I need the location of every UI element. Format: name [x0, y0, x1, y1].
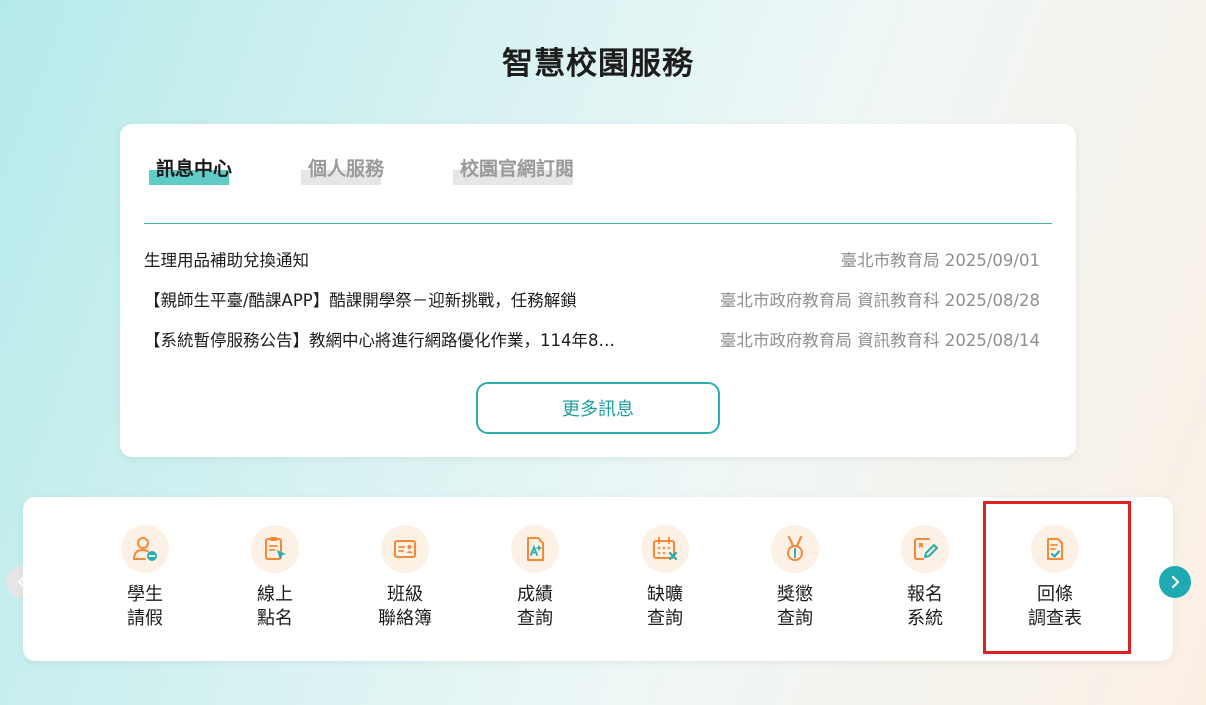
tab-label: 訊息中心: [156, 158, 233, 180]
service-label: 查詢: [517, 608, 553, 629]
grade-query-icon: [511, 525, 559, 573]
service-student-leave[interactable]: 學生 請假: [95, 525, 195, 631]
service-label: 學生: [127, 584, 163, 605]
service-label: 報名: [907, 584, 943, 605]
news-meta: 臺北市教育局 2025/09/01: [840, 251, 1040, 270]
news-card: 訊息中心 個人服務 校園官網訂閱 生理用品補助兌換通知 臺北市教育局 2025/…: [120, 124, 1076, 457]
more-news-button[interactable]: 更多訊息: [476, 382, 720, 434]
service-online-rollcall[interactable]: 線上 點名: [225, 525, 325, 631]
next-arrow-button[interactable]: [1159, 566, 1191, 598]
service-registration[interactable]: 報名 系統: [875, 525, 975, 631]
service-label: 回條: [1037, 584, 1073, 605]
service-label: 系統: [907, 608, 943, 629]
news-item[interactable]: 【親師生平臺/酷課APP】酷課開學祭－迎新挑戰，任務解鎖 臺北市政府教育局 資訊…: [144, 287, 1040, 311]
news-title[interactable]: 【親師生平臺/酷課APP】酷課開學祭－迎新挑戰，任務解鎖: [144, 287, 577, 311]
news-meta: 臺北市政府教育局 資訊教育科 2025/08/14: [719, 331, 1040, 350]
service-label: 查詢: [647, 608, 683, 629]
service-reward-query[interactable]: 獎懲 查詢: [745, 525, 845, 631]
service-label: 調查表: [1028, 608, 1082, 629]
tab-label: 校園官網訂閱: [460, 158, 575, 180]
survey-form-icon: [1031, 525, 1079, 573]
service-label: 缺曠: [647, 584, 683, 605]
news-item[interactable]: 【系統暫停服務公告】教網中心將進行網路優化作業，114年8… 臺北市政府教育局 …: [144, 327, 1040, 351]
service-label: 請假: [127, 608, 163, 629]
student-leave-icon: [121, 525, 169, 573]
news-meta: 臺北市政府教育局 資訊教育科 2025/08/28: [719, 291, 1040, 310]
page-title: 智慧校園服務: [502, 46, 694, 82]
service-survey-form[interactable]: 回條 調查表: [1005, 525, 1105, 631]
service-absence-query[interactable]: 缺曠 查詢: [615, 525, 715, 631]
service-label: 點名: [257, 608, 293, 629]
service-label: 成績: [517, 584, 553, 605]
tab-personal-services[interactable]: 個人服務: [301, 154, 385, 185]
service-label: 聯絡簿: [378, 608, 432, 629]
tab-divider: [144, 223, 1052, 224]
class-contact-book-icon: [381, 525, 429, 573]
tab-campus-subscription[interactable]: 校園官網訂閱: [453, 154, 575, 185]
services-bar: 學生 請假 線上 點名 班級 聯絡簿 成績 查詢 缺曠 查詢 獎懲 查詢 報名 …: [23, 497, 1173, 661]
chevron-right-icon: [1171, 575, 1180, 589]
service-label: 獎懲: [777, 584, 813, 605]
tab-label: 個人服務: [308, 158, 385, 180]
service-label: 查詢: [777, 608, 813, 629]
service-class-contact-book[interactable]: 班級 聯絡簿: [355, 525, 455, 631]
service-grade-query[interactable]: 成績 查詢: [485, 525, 585, 631]
news-title[interactable]: 生理用品補助兌換通知: [144, 247, 309, 271]
absence-query-icon: [641, 525, 689, 573]
online-rollcall-icon: [251, 525, 299, 573]
service-label: 班級: [387, 584, 423, 605]
service-label: 線上: [257, 584, 293, 605]
registration-icon: [901, 525, 949, 573]
news-title[interactable]: 【系統暫停服務公告】教網中心將進行網路優化作業，114年8…: [144, 327, 615, 351]
tab-news-center[interactable]: 訊息中心: [149, 154, 233, 185]
reward-medal-icon: [771, 525, 819, 573]
news-item[interactable]: 生理用品補助兌換通知 臺北市教育局 2025/09/01: [144, 247, 1040, 271]
